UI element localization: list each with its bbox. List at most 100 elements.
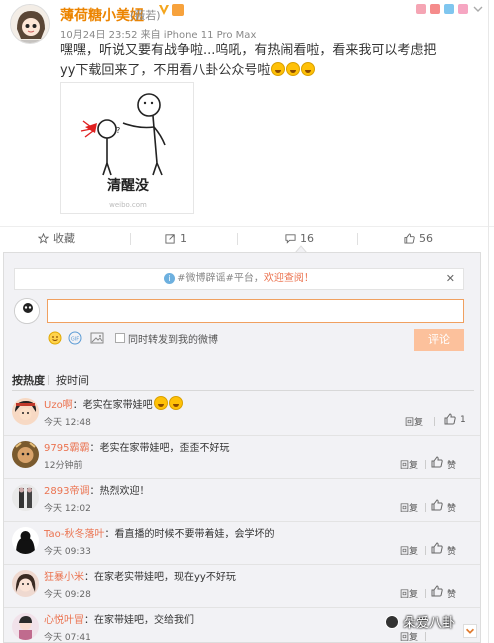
image-caption: 清醒没	[107, 178, 149, 194]
post-text-content: 嘿嘿，听说又要有战争啦...呜吼，有热闹看啦，看来我可以考虑把yy下载回来了，不…	[60, 43, 437, 78]
comment-like-label: 赞	[447, 590, 457, 600]
commenter-avatar[interactable]	[12, 441, 39, 468]
comment-text: ：看直播的时候不要带着娃，会学坏的	[104, 529, 275, 540]
post-text: 嘿嘿，听说又要有战争啦...呜吼，有热闹看啦，看来我可以考虑把yy下载回来了，不…	[60, 41, 440, 81]
divider	[130, 233, 131, 245]
commenter-name[interactable]: Tao-秋冬落叶	[44, 529, 105, 540]
badge-strip	[416, 2, 486, 16]
comment-like-label: 赞	[447, 547, 457, 557]
wechat-logo-icon	[385, 615, 399, 629]
commenter-avatar[interactable]	[12, 570, 39, 597]
grin-emoji-icon	[168, 396, 183, 410]
collect-label: 收藏	[53, 232, 75, 245]
forward-button[interactable]: 1	[165, 227, 187, 251]
grin-emoji-icon	[271, 62, 286, 76]
comment-count: 16	[300, 232, 314, 245]
comment-input-field[interactable]	[48, 300, 463, 322]
comment-row: 9795霸霸：老实在家带娃吧，歪歪不好玩 12分钟前 回复 赞	[4, 436, 480, 479]
divider	[425, 632, 426, 641]
gif-icon[interactable]: GIF	[68, 331, 82, 345]
commenter-avatar[interactable]	[12, 613, 39, 640]
comment-content: 狂暴小米：在家老实带娃吧，现在yy不好玩	[44, 568, 236, 583]
commenter-name[interactable]: 2893帝调	[44, 486, 89, 497]
comment-text: ：老实在家带娃吧，歪歪不好玩	[89, 443, 230, 454]
grin-emoji-icon	[153, 396, 168, 410]
divider	[12, 390, 474, 391]
post-image[interactable]: ? 清醒没 weibo.com	[60, 82, 194, 214]
comment-time: 今天 09:28	[44, 590, 91, 600]
thumbs-up-icon	[431, 499, 443, 511]
image-upload-icon[interactable]	[90, 331, 104, 345]
forward-icon	[165, 234, 175, 244]
comment-like-label: 赞	[447, 461, 457, 471]
comment-content: Uzo啊：老实在家带娃吧	[44, 396, 183, 411]
tab-hot[interactable]: 按热度	[12, 372, 45, 388]
comment-icon	[285, 234, 296, 244]
commenter-name[interactable]: Uzo啊	[44, 400, 73, 411]
emoji-picker-icon[interactable]	[48, 331, 62, 345]
source-watermark: 朵爱八卦	[385, 612, 455, 631]
like-button[interactable]: 56	[404, 227, 433, 251]
grin-emoji-icon	[286, 62, 301, 76]
comment-like-button[interactable]: 赞	[431, 585, 471, 600]
comment-content: 心悦叶冒：在家带娃吧，交给我们	[44, 611, 194, 626]
svg-text:?: ?	[116, 126, 120, 135]
grin-emoji-icon	[301, 62, 316, 76]
reply-button[interactable]: 回复	[400, 544, 418, 557]
reply-button[interactable]: 回复	[400, 501, 418, 514]
info-icon: i	[164, 273, 176, 284]
comment-time: 今天 09:33	[44, 547, 91, 557]
comment-like-button[interactable]: 1	[444, 413, 484, 427]
tab-time[interactable]: 按时间	[56, 372, 89, 388]
close-icon[interactable]: ✕	[446, 269, 455, 289]
comment-content: 2893帝调：热烈欢迎！	[44, 482, 149, 497]
commenter-avatar[interactable]	[12, 527, 39, 554]
comment-text: ：老实在家带娃吧	[72, 400, 153, 411]
forward-count: 1	[180, 232, 187, 245]
commenter-name[interactable]: 心悦叶冒	[44, 615, 84, 626]
submit-comment-button[interactable]: 评论	[414, 329, 464, 351]
star-icon	[38, 233, 49, 244]
reply-button[interactable]: 回复	[400, 587, 418, 600]
comment-input[interactable]	[47, 299, 464, 323]
reply-button[interactable]: 回复	[400, 630, 418, 643]
collapse-chevron-icon[interactable]	[463, 624, 477, 638]
my-avatar[interactable]	[14, 298, 40, 324]
reply-button[interactable]: 回复	[405, 415, 423, 428]
level-icon	[172, 4, 184, 16]
comment-text: ：热烈欢迎！	[89, 486, 150, 497]
notice-text: #微博辟谣#平台，	[177, 273, 264, 284]
comment-text: ：在家带娃吧，交给我们	[84, 615, 194, 626]
thumbs-up-icon	[444, 413, 456, 425]
thumbs-up-icon	[431, 456, 443, 468]
comment-row: Uzo啊：老实在家带娃吧 今天 12:48 回复 1	[4, 393, 480, 436]
comment-panel: i #微博辟谣#平台，欢迎查阅！ ✕ GIF 同时转发到我的微博 评论 按热度 按…	[3, 252, 481, 643]
comment-like-label: 赞	[447, 504, 457, 514]
commenter-name[interactable]: 狂暴小米	[44, 572, 84, 583]
comment-content: 9795霸霸：老实在家带娃吧，歪歪不好玩	[44, 439, 229, 454]
divider	[425, 546, 426, 555]
commenter-avatar[interactable]	[12, 398, 39, 425]
weibo-post: 薄荷糖小美妞 (薇若) 10月24日 23:52 来自 iPhone 11 Pr…	[0, 0, 494, 248]
comment-like-button[interactable]: 赞	[431, 456, 471, 471]
notice-link[interactable]: 欢迎查阅！	[264, 273, 314, 284]
author-remark: (薇若)	[130, 9, 161, 22]
collect-button[interactable]: 收藏	[38, 227, 75, 251]
divider	[425, 503, 426, 512]
reply-button[interactable]: 回复	[400, 458, 418, 471]
comment-time: 今天 07:41	[44, 633, 91, 643]
comment-like-button[interactable]: 赞	[431, 542, 471, 557]
rumor-notice: i #微博辟谣#平台，欢迎查阅！ ✕	[14, 268, 464, 290]
comment-like-button[interactable]: 赞	[431, 499, 471, 514]
commenter-avatar[interactable]	[12, 484, 39, 511]
divider	[48, 375, 49, 385]
divider	[357, 233, 358, 245]
commenter-name[interactable]: 9795霸霸	[44, 443, 89, 454]
like-count: 56	[419, 232, 433, 245]
author-avatar[interactable]	[10, 4, 50, 44]
comment-time: 今天 12:02	[44, 504, 91, 514]
forward-checkbox[interactable]	[115, 333, 125, 343]
comment-row: Tao-秋冬落叶：看直播的时候不要带着娃，会学坏的 今天 09:33 回复 赞	[4, 522, 480, 565]
thumbs-up-icon	[404, 233, 415, 244]
comment-time: 今天 12:48	[44, 418, 91, 428]
